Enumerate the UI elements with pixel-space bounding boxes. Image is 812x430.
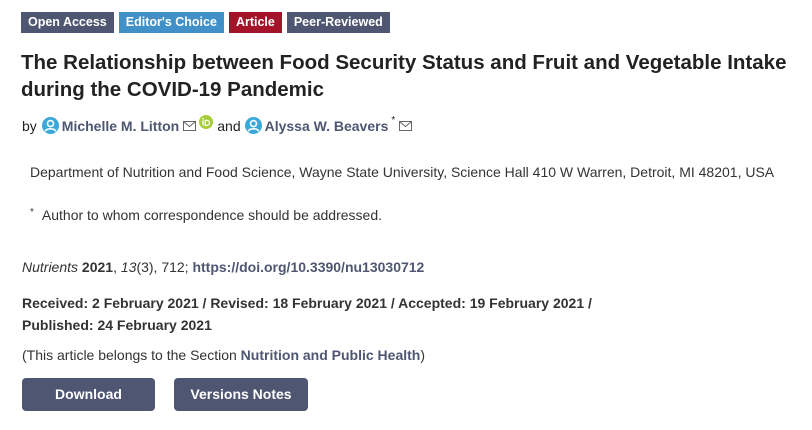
section-prefix: (This article belongs to the Section [22,347,237,363]
citation: Nutrients 2021, 13(3), 712; https://doi.… [22,259,425,275]
mail-icon[interactable] [399,120,413,131]
doi-link[interactable]: https://doi.org/10.3390/nu13030712 [192,259,424,275]
article-badges: Open Access Editor's Choice Article Peer… [21,12,390,33]
correspondence-note: * Author to whom correspondence should be… [30,207,382,223]
badge-article: Article [228,12,282,33]
by-label: by [22,117,37,134]
dates-line-1: Received: 2 February 2021 / Revised: 18 … [22,295,592,311]
versions-notes-button[interactable]: Versions Notes [174,378,308,411]
author-link-litton[interactable]: Michelle M. Litton [62,118,179,134]
person-icon [41,117,59,134]
dates-line-2: Published: 24 February 2021 [22,317,212,333]
badge-editors-choice[interactable]: Editor's Choice [118,12,224,33]
article-title: The Relationship between Food Security S… [21,51,787,101]
journal-name: Nutrients [22,259,79,275]
orcid-icon[interactable] [199,114,214,129]
section-suffix: ) [420,347,426,363]
citation-issue-pages: (3), 712; [136,259,189,275]
badge-open-access[interactable]: Open Access [21,12,114,33]
person-icon [244,117,262,134]
author-link-beavers[interactable]: Alyssa W. Beavers [265,118,389,134]
citation-year: 2021 [81,259,114,275]
section-note: (This article belongs to the Section Nut… [22,347,425,363]
corresponding-author-mark: * [391,115,396,126]
download-button[interactable]: Download [22,378,155,411]
section-link[interactable]: Nutrition and Public Health [241,347,421,363]
correspondence-text: Author to whom correspondence should be … [41,207,383,223]
citation-volume: 13 [120,259,137,275]
author-list: by Michelle M. Litton and Alyssa W. Beav… [22,114,413,134]
publication-dates: Received: 2 February 2021 / Revised: 18 … [22,292,642,336]
affiliation: Department of Nutrition and Food Science… [30,164,775,180]
and-label: and [217,117,241,134]
badge-peer-reviewed[interactable]: Peer-Reviewed [286,12,390,33]
correspondence-mark: * [30,207,34,218]
mail-icon[interactable] [183,120,197,131]
